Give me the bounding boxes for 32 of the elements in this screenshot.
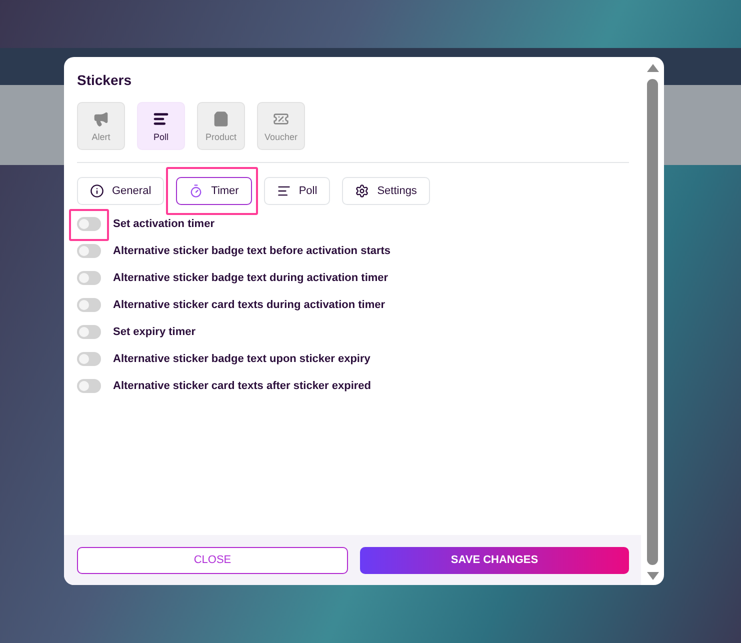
tab[interactable]: Timer <box>176 177 252 205</box>
toggle-switch[interactable] <box>77 270 101 284</box>
megaphone-icon <box>93 110 109 126</box>
save-changes-button[interactable]: SAVE CHANGES <box>360 546 629 574</box>
toggle-switch[interactable] <box>77 216 101 230</box>
scroll-down-icon[interactable] <box>646 571 660 581</box>
info-icon <box>90 184 104 198</box>
tab[interactable]: Settings <box>342 177 430 205</box>
settings-icon <box>355 184 370 198</box>
scrollbar-thumb[interactable] <box>647 79 658 565</box>
voucher-icon <box>273 110 289 126</box>
toggle-switch[interactable] <box>77 324 101 338</box>
close-button[interactable]: CLOSE <box>77 546 348 574</box>
option-label: Alternative sticker badge text before activation starts <box>113 244 391 256</box>
tab[interactable]: General <box>77 177 164 205</box>
option-label: Alternative sticker badge text upon sticker expiry <box>113 352 370 364</box>
lines-icon <box>276 184 291 198</box>
scroll-up-icon[interactable] <box>646 63 660 73</box>
tab[interactable]: Poll <box>264 177 330 205</box>
option-label: Alternative sticker badge text during activation timer <box>113 272 388 284</box>
toggle-switch[interactable] <box>77 352 101 366</box>
toggle-switch[interactable] <box>77 244 101 258</box>
option-label: Set activation timer <box>113 218 214 230</box>
bars-icon <box>153 110 169 126</box>
timer-icon <box>189 184 204 198</box>
option-label: Set expiry timer <box>113 326 196 338</box>
dialog-title: Stickers <box>77 72 132 88</box>
option-label: Alternative sticker card texts during activation timer <box>113 298 386 310</box>
toggle-switch[interactable] <box>77 298 101 312</box>
toggle-switch[interactable] <box>77 378 101 392</box>
sticker-type-button[interactable]: Poll <box>137 102 185 150</box>
option-label: Alternative sticker card texts after sticker expired <box>113 380 372 392</box>
